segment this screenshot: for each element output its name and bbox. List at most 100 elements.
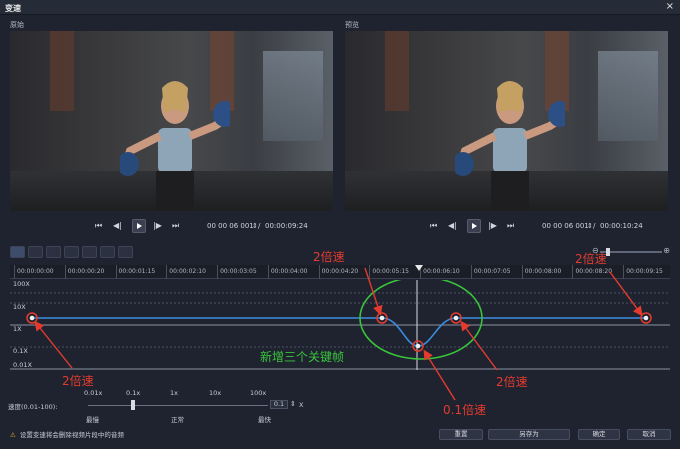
ease-in-icon[interactable] (64, 246, 79, 258)
fastest-label: 最快 (258, 416, 271, 424)
ruler-tick (14, 265, 15, 279)
speed-slider-track[interactable] (88, 405, 268, 406)
speed-value-input[interactable]: 0.1 (270, 400, 288, 409)
preview-label: 预览 (345, 21, 359, 29)
close-icon[interactable]: × (666, 1, 674, 12)
title-bar: 变速 × (0, 0, 680, 15)
ruler-tick (623, 265, 625, 279)
speed-control: 0.01x 0.1x 1x 10x 100x 速度(0.01-100): 0.1… (8, 389, 318, 429)
preview-controls: ⏮ ◀| |▶ ⏭ 00 00 06 001 ⇕ / 00:00:10:24 (430, 219, 670, 233)
y-label-0.01x: 0.01X (13, 361, 32, 369)
original-video (10, 31, 333, 211)
stepper-icon[interactable]: ⇕ (587, 222, 593, 230)
current-timecode[interactable]: 00 00 06 001 (207, 222, 254, 230)
annotation-2x-bottom-right: 2倍速 (496, 375, 528, 389)
total-duration: 00:00:10:24 (600, 222, 643, 230)
ruler-tick (369, 265, 371, 279)
ruler-label: 00:00:04:00 (270, 268, 308, 275)
scale-label: 0.1x (126, 389, 141, 397)
ruler-label: 00:00:02:10 (169, 268, 206, 275)
boxer-figure (120, 81, 230, 211)
play-icon (137, 223, 142, 229)
total-duration: 00:00:09:24 (265, 222, 308, 230)
reset-button[interactable]: 重置 (439, 429, 483, 440)
ruler-label: 00:00:07:05 (473, 268, 511, 275)
boxer-figure (455, 81, 565, 211)
scale-label: 0.01x (84, 389, 103, 397)
timecode-separator: / (258, 222, 261, 230)
current-timecode[interactable]: 00 00 06 001 (542, 222, 589, 230)
ruler-label: 00:00:05:15 (372, 268, 409, 275)
playhead-icon[interactable] (415, 265, 423, 271)
ruler-tick (115, 265, 117, 279)
y-label-1x: 1X (13, 325, 22, 333)
play-button[interactable] (132, 219, 146, 233)
skip-end-icon[interactable]: ⏭ (507, 221, 514, 231)
scale-label: 10x (209, 389, 222, 397)
scale-label: 100x (250, 389, 267, 397)
save-as-button[interactable]: 另存为 (488, 429, 570, 440)
ruler-label: 00:00:00:20 (67, 268, 105, 275)
ruler-tick (267, 265, 269, 279)
play-button[interactable] (467, 219, 481, 233)
skip-start-icon[interactable]: ⏮ (95, 221, 102, 231)
ruler-label: 00:00:00:00 (17, 268, 54, 275)
cancel-button[interactable]: 取消 (627, 429, 671, 440)
add-keyframe-icon[interactable] (28, 246, 43, 258)
step-forward-icon[interactable]: |▶ (153, 221, 162, 230)
ruler-label: 00:00:08:00 (524, 268, 562, 275)
ruler-tick (166, 265, 168, 279)
step-back-icon[interactable]: ◀| (448, 221, 457, 230)
ruler-tick (521, 265, 523, 279)
speed-stepper-icon[interactable]: ⇕ (290, 400, 296, 408)
slowest-label: 最慢 (86, 416, 99, 424)
ok-button[interactable]: 确定 (578, 429, 620, 440)
speed-curve[interactable] (32, 317, 646, 347)
warning-icon: ⚠ (10, 431, 16, 439)
ruler-tick (572, 265, 574, 279)
ruler-tick (64, 265, 66, 279)
highlight-ellipse (359, 280, 483, 360)
step-forward-icon[interactable]: |▶ (488, 221, 497, 230)
ruler-label: 00:00:08:20 (575, 268, 613, 275)
y-label-0.1x: 0.1X (13, 347, 28, 355)
remove-keyframe-icon[interactable] (46, 246, 61, 258)
ruler-tick (470, 265, 472, 279)
ruler-label: 00:00:06:10 (423, 268, 460, 275)
ruler-label: 00:00:09:15 (626, 268, 663, 275)
ruler-label: 00:00:01:15 (118, 268, 156, 275)
select-tool-icon[interactable] (10, 246, 25, 258)
ruler-tick (217, 265, 219, 279)
skip-start-icon[interactable]: ⏮ (430, 221, 437, 231)
preview-video (345, 31, 668, 211)
zoom-in-icon[interactable]: ⊕ (663, 246, 670, 255)
ruler-tick (318, 265, 320, 279)
skip-end-icon[interactable]: ⏭ (172, 221, 179, 231)
timecode-separator: / (593, 222, 596, 230)
window-title: 变速 (5, 4, 21, 13)
timeline-ruler[interactable]: 00:00:00:00 00:00:00:20 00:00:01:15 00:00:0… (10, 265, 670, 279)
warning-message: ⚠ 设置变速将会删除视频片段中的音频 (10, 429, 124, 439)
warning-text: 设置变速将会删除视频片段中的音频 (19, 431, 124, 439)
step-back-icon[interactable]: ◀| (113, 221, 122, 230)
speed-caption: 速度(0.01-100): (8, 403, 58, 411)
ruler-label: 00:00:03:05 (220, 268, 257, 275)
annotation-new-keyframes: 新增三个关键帧 (260, 350, 345, 364)
ease-out-icon[interactable] (100, 246, 115, 258)
annotation-2x-bottom-left: 2倍速 (62, 374, 94, 388)
normal-label: 正常 (171, 416, 184, 424)
annotation-0.1x: 0.1倍速 (443, 403, 487, 417)
annotation-2x-top-mid: 2倍速 (313, 250, 345, 264)
scale-label: 1x (170, 389, 178, 397)
stepper-icon[interactable]: ⇕ (252, 222, 258, 230)
swap-icon[interactable] (82, 246, 97, 258)
play-icon (472, 223, 477, 229)
y-label-100x: 100X (13, 280, 30, 288)
original-controls: ⏮ ◀| |▶ ⏭ 00 00 06 001 ⇕ / 00:00:09:24 (95, 219, 335, 233)
speed-unit: X (299, 401, 304, 409)
original-label: 原始 (10, 21, 24, 29)
annotation-2x-top-right: 2倍速 (575, 252, 607, 266)
flatten-icon[interactable] (118, 246, 133, 258)
speed-slider-knob[interactable] (131, 400, 135, 410)
ruler-label: 00:00:04:20 (321, 268, 359, 275)
